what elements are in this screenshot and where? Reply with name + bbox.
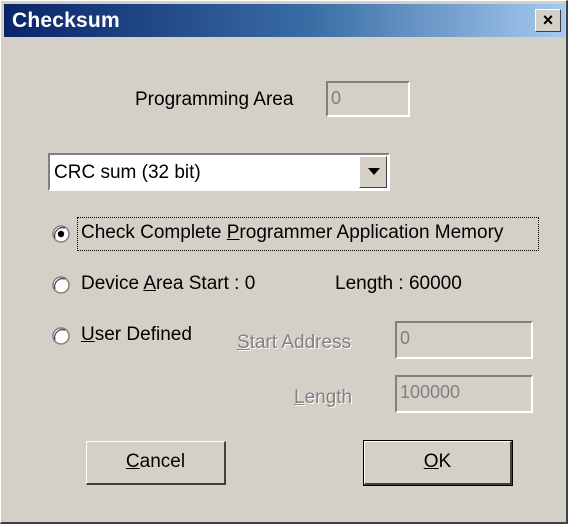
device-area-length: Length : 60000 bbox=[335, 273, 462, 294]
programming-area-label: Programming Area bbox=[135, 89, 294, 110]
programming-area-field: 0 bbox=[326, 81, 410, 117]
length-label: Length bbox=[294, 387, 353, 408]
start-address-label: Start Address bbox=[237, 332, 352, 353]
start-address-value: 0 bbox=[400, 328, 411, 348]
radio-user-defined[interactable] bbox=[52, 327, 70, 345]
option-complete-memory-label[interactable]: Check Complete Programmer Application Me… bbox=[81, 222, 503, 244]
algorithm-select[interactable]: CRC sum (32 bit) bbox=[48, 153, 390, 191]
length-value: 100000 bbox=[400, 382, 461, 402]
title-bar[interactable]: Checksum × bbox=[4, 4, 565, 37]
dropdown-button[interactable] bbox=[359, 156, 387, 188]
cancel-button[interactable]: Cancel bbox=[86, 441, 226, 485]
close-icon: × bbox=[542, 10, 554, 30]
start-address-field[interactable]: 0 bbox=[395, 321, 533, 359]
chevron-down-icon bbox=[368, 168, 380, 175]
algorithm-selected-value: CRC sum (32 bit) bbox=[54, 162, 201, 183]
length-field[interactable]: 100000 bbox=[395, 375, 533, 413]
checksum-dialog: Checksum × Programming Area 0 CRC sum (3… bbox=[0, 0, 568, 524]
radio-device-area[interactable] bbox=[52, 276, 70, 294]
radio-complete-memory[interactable] bbox=[52, 225, 70, 243]
close-button[interactable]: × bbox=[535, 9, 561, 32]
ok-button[interactable]: OK bbox=[363, 440, 513, 486]
programming-area-value: 0 bbox=[331, 88, 342, 108]
option-device-area-label[interactable]: Device Area Start : 0 bbox=[81, 273, 255, 295]
window-title: Checksum bbox=[12, 9, 120, 32]
option-user-defined-label[interactable]: User Defined bbox=[81, 324, 192, 346]
